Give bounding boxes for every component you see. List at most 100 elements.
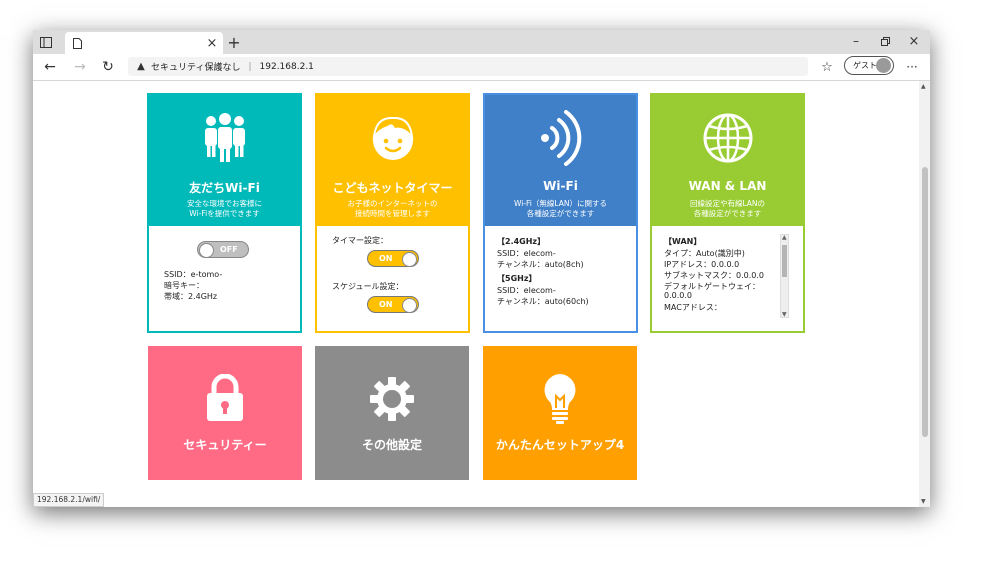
page-scrollbar[interactable]: ▲ ▼	[919, 81, 930, 507]
wifi-title: Wi-Fi	[543, 179, 578, 193]
wifi-description: Wi-Fi（無線LAN）に関する 各種設定ができます	[485, 199, 636, 219]
friends-wifi-band: 帯域：2.4GHz	[164, 292, 218, 301]
wan-ip: IPアドレス：0.0.0.0	[664, 260, 740, 269]
status-bar-url: 192.168.2.1/wifi/	[33, 493, 105, 507]
wan-info-scrollbar[interactable]: ▲ ▼	[780, 234, 789, 318]
new-tab-icon[interactable]: +	[226, 33, 242, 52]
wan-type: タイプ：Auto(識別中)	[664, 249, 745, 258]
scroll-up-arrow[interactable]: ▲	[782, 234, 787, 241]
forward-icon[interactable]: →	[72, 59, 88, 75]
desc-line-1: 安全な環境でお客様に	[187, 199, 262, 208]
globe-icon	[702, 112, 754, 168]
timer-toggle[interactable]: ON	[367, 250, 419, 267]
security-label: セキュリティー	[183, 438, 267, 452]
url-text: 192.168.2.1	[259, 61, 314, 72]
more-icon[interactable]: ···	[904, 59, 920, 75]
band24-header: 【2.4GHz】	[497, 237, 546, 246]
kids-timer-title: こどもネットタイマー	[332, 181, 453, 195]
wan-lan-description: 回線設定や有線LANの 各種設定ができます	[652, 199, 803, 219]
wan-mac: MACアドレス：	[664, 303, 722, 312]
back-icon[interactable]: ←	[42, 59, 58, 75]
scroll-thumb[interactable]	[782, 245, 787, 277]
address-bar: ← → ↻ ▲ セキュリティ保護なし | 192.168.2.1 ☆ ゲスト ·…	[33, 54, 930, 81]
child-face-icon	[368, 113, 418, 167]
profile-button[interactable]: ゲスト	[844, 56, 894, 75]
toggle-label: ON	[379, 254, 393, 263]
window-close-icon[interactable]: ×	[907, 34, 921, 49]
sidebar-icon[interactable]	[39, 35, 53, 49]
browser-tab[interactable]: ×	[65, 32, 223, 54]
url-divider: |	[248, 61, 252, 72]
wan-subnet: サブネットマスク：0.0.0.0	[664, 271, 764, 280]
other-settings-tile[interactable]: その他設定	[315, 346, 469, 480]
people-icon	[201, 113, 249, 167]
wifi-header[interactable]: Wi-Fi Wi-Fi（無線LAN）に関する 各種設定ができます	[485, 95, 636, 226]
wan-lan-header[interactable]: WAN & LAN 回線設定や有線LANの 各種設定ができます	[652, 95, 803, 226]
restore-icon[interactable]	[878, 34, 892, 48]
band24-ssid: SSID：elecom-	[497, 249, 556, 258]
kids-timer-description: お子様のインターネットの 接続時間を管理します	[317, 199, 468, 219]
schedule-setting-label: スケジュール設定：	[332, 282, 404, 291]
friends-wifi-password: 暗号キー：	[164, 281, 204, 290]
security-tile[interactable]: セキュリティー	[148, 346, 302, 480]
band5-header: 【5GHz】	[497, 274, 537, 283]
wan-gateway-value: 0.0.0.0	[664, 291, 692, 300]
other-settings-label: その他設定	[361, 438, 422, 452]
wan-header: 【WAN】	[664, 237, 702, 246]
wifi-signal-icon	[539, 109, 583, 171]
desc-line-1: 回線設定や有線LANの	[689, 199, 766, 208]
lightbulb-icon	[542, 372, 578, 428]
avatar	[876, 58, 891, 73]
kids-timer-body: タイマー設定： ON スケジュール設定： ON	[317, 226, 468, 331]
wan-lan-body: 【WAN】 タイプ：Auto(識別中) IPアドレス：0.0.0.0 サブネット…	[652, 226, 803, 331]
easy-setup-label: かんたんセットアップ4	[495, 438, 625, 452]
kids-timer-card[interactable]: こどもネットタイマー お子様のインターネットの 接続時間を管理します タイマー設…	[315, 93, 470, 333]
warning-icon: ▲	[137, 61, 145, 72]
browser-window: × + – × ← → ↻ ▲ セキュリティ保護なし | 192.168.2.1…	[33, 30, 930, 507]
toggle-label: ON	[379, 300, 393, 309]
easy-setup-tile[interactable]: かんたんセットアップ4	[483, 346, 637, 480]
url-field[interactable]: ▲ セキュリティ保護なし | 192.168.2.1	[128, 57, 808, 76]
schedule-toggle[interactable]: ON	[367, 296, 419, 313]
desc-line-2: 各種設定ができます	[526, 209, 595, 218]
band5-ssid: SSID：elecom-	[497, 286, 556, 295]
wifi-body: 【2.4GHz】 SSID：elecom- チャンネル：auto(8ch) 【5…	[485, 226, 636, 331]
minimize-icon[interactable]: –	[849, 34, 863, 48]
wan-lan-card[interactable]: WAN & LAN 回線設定や有線LANの 各種設定ができます 【WAN】 タイ…	[650, 93, 805, 333]
desc-line-2: Wi-Fiを提供できます	[189, 209, 260, 218]
security-warning-text: セキュリティ保護なし	[151, 63, 241, 73]
friends-wifi-card[interactable]: 友だちWi-Fi 安全な環境でお客様に Wi-Fiを提供できます OFF SSI…	[147, 93, 302, 333]
scroll-up-arrow[interactable]: ▲	[921, 83, 926, 90]
toggle-knob	[402, 252, 417, 267]
kids-timer-header[interactable]: こどもネットタイマー お子様のインターネットの 接続時間を管理します	[317, 95, 468, 226]
friends-wifi-body: OFF SSID：e-tomo- 暗号キー： 帯域：2.4GHz	[149, 226, 300, 331]
gear-icon	[369, 376, 415, 426]
desc-line-1: お子様のインターネットの	[347, 199, 438, 208]
friends-wifi-description: 安全な環境でお客様に Wi-Fiを提供できます	[149, 199, 300, 219]
friends-wifi-toggle[interactable]: OFF	[197, 241, 249, 258]
wifi-card[interactable]: Wi-Fi Wi-Fi（無線LAN）に関する 各種設定ができます 【2.4GHz…	[483, 93, 638, 333]
toggle-knob	[199, 243, 214, 258]
reload-icon[interactable]: ↻	[100, 59, 116, 75]
lock-icon	[205, 373, 245, 426]
scroll-down-arrow[interactable]: ▼	[921, 498, 926, 505]
desc-line-2: 接続時間を管理します	[355, 209, 430, 218]
friends-wifi-title: 友だちWi-Fi	[189, 181, 260, 195]
wan-lan-title: WAN & LAN	[688, 179, 767, 193]
toggle-knob	[402, 298, 417, 313]
close-icon[interactable]: ×	[205, 36, 219, 51]
scroll-down-arrow[interactable]: ▼	[782, 311, 787, 318]
page-content: 友だちWi-Fi 安全な環境でお客様に Wi-Fiを提供できます OFF SSI…	[33, 81, 919, 507]
toggle-label: OFF	[220, 245, 238, 254]
desc-line-2: 各種設定ができます	[693, 209, 762, 218]
tab-bar: × + – ×	[33, 30, 930, 54]
guest-label: ゲスト	[853, 61, 877, 70]
band5-channel: チャンネル：auto(60ch)	[497, 297, 589, 306]
timer-setting-label: タイマー設定：	[332, 236, 388, 245]
favorites-icon[interactable]: ☆	[819, 59, 835, 75]
tab-page-icon	[71, 36, 83, 50]
friends-wifi-ssid: SSID：e-tomo-	[164, 270, 223, 279]
scroll-thumb[interactable]	[922, 167, 928, 437]
friends-wifi-header[interactable]: 友だちWi-Fi 安全な環境でお客様に Wi-Fiを提供できます	[149, 95, 300, 226]
band24-channel: チャンネル：auto(8ch)	[497, 260, 584, 269]
